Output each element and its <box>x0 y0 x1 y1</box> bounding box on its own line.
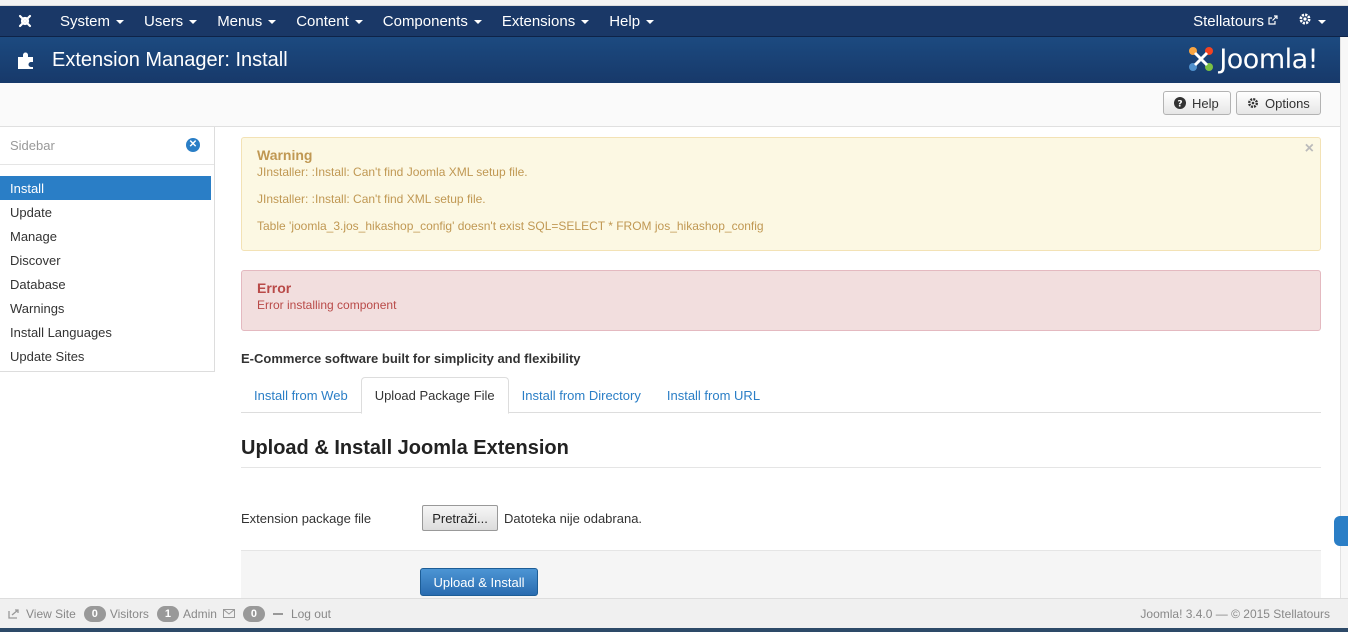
chevron-down-icon <box>354 20 363 24</box>
joomla-wordmark: Joomla! <box>1219 43 1318 75</box>
sidebar-item-update[interactable]: Update <box>0 200 214 224</box>
sidebar-title: Sidebar <box>10 138 55 153</box>
status-left: View Site 0 Visitors 1 Admin 0 Log out <box>0 605 331 622</box>
svg-text:?: ? <box>1177 99 1182 109</box>
sidebar-item-manage[interactable]: Manage <box>0 224 214 248</box>
gear-icon <box>1247 97 1259 109</box>
sidebar-item-warnings[interactable]: Warnings <box>0 296 214 320</box>
external-link-icon <box>1268 14 1278 28</box>
sidebar-item-update-sites[interactable]: Update Sites <box>0 344 214 368</box>
admin-count-badge: 1 <box>156 605 179 622</box>
section-title: Upload & Install Joomla Extension <box>241 437 569 459</box>
menu-help[interactable]: Help <box>599 6 664 37</box>
puzzle-icon <box>0 49 52 71</box>
menu-components-label: Components <box>382 12 468 30</box>
chevron-down-icon <box>581 20 590 24</box>
status-bar: View Site 0 Visitors 1 Admin 0 Log out J… <box>0 598 1348 628</box>
options-button-label: Options <box>1265 95 1310 111</box>
tab-install-from-web[interactable]: Install from Web <box>241 377 361 413</box>
sidebar: Sidebar ✕ Install Update Manage Discover… <box>0 127 215 372</box>
sidebar-item-install-languages[interactable]: Install Languages <box>0 320 214 344</box>
site-link[interactable]: Stellatours <box>1183 6 1288 37</box>
error-message: Error installing component <box>257 298 397 312</box>
sidebar-item-database[interactable]: Database <box>0 272 214 296</box>
file-status-text: Datoteka nije odabrana. <box>504 511 643 526</box>
tab-install-from-directory[interactable]: Install from Directory <box>509 377 654 413</box>
error-heading: Error <box>257 280 292 296</box>
envelope-icon[interactable] <box>222 609 235 618</box>
question-circle-icon: ? <box>1174 97 1186 109</box>
joomla-menu-icon[interactable] <box>0 6 50 37</box>
menu-system[interactable]: System <box>50 6 134 37</box>
chevron-down-icon <box>116 20 125 24</box>
external-link-icon <box>8 608 20 619</box>
chevron-down-icon <box>1318 20 1326 24</box>
sidebar-list: Install Update Manage Discover Database … <box>0 176 214 368</box>
chevron-down-icon <box>189 20 198 24</box>
sidebar-item-install[interactable]: Install <box>0 176 211 200</box>
package-file-label: Extension package file <box>241 511 372 526</box>
chevron-down-icon <box>473 20 482 24</box>
form-actions <box>241 550 1321 600</box>
joomla-logo: Joomla! <box>1186 41 1318 77</box>
close-icon[interactable]: ✕ <box>186 138 200 152</box>
menu-users[interactable]: Users <box>134 6 207 37</box>
menu-extensions[interactable]: Extensions <box>492 6 599 37</box>
page-header: Extension Manager: Install Joomla! <box>0 37 1348 83</box>
navbar-right: Stellatours <box>1183 6 1348 37</box>
browse-file-button[interactable]: Pretraži... <box>422 505 498 531</box>
upload-install-button[interactable]: Upload & Install <box>420 568 538 596</box>
toolbar: ? Help Options <box>0 83 1348 127</box>
menu-menus-label: Menus <box>217 12 263 30</box>
side-widget-tab[interactable] <box>1334 516 1348 546</box>
menu-extensions-label: Extensions <box>501 12 576 30</box>
options-button[interactable]: Options <box>1236 91 1321 115</box>
site-name: Stellatours <box>1193 12 1264 30</box>
warning-heading: Warning <box>257 147 313 163</box>
visitors-label: Visitors <box>109 606 149 621</box>
messages-count-badge: 0 <box>242 605 265 622</box>
close-icon[interactable]: × <box>1305 140 1314 158</box>
sidebar-header: Sidebar ✕ <box>0 127 214 165</box>
component-tagline: E-Commerce software built for simplicity… <box>241 351 581 366</box>
view-site-link[interactable]: View Site <box>26 607 76 621</box>
menu-content[interactable]: Content <box>286 6 373 37</box>
menu-content-label: Content <box>296 12 349 30</box>
menu-components[interactable]: Components <box>373 6 492 37</box>
page-title: Extension Manager: Install <box>52 48 288 71</box>
tab-upload-package-file[interactable]: Upload Package File <box>360 377 509 414</box>
help-button-label: Help <box>1192 95 1219 111</box>
error-alert: Error Error installing component <box>241 270 1321 331</box>
joomla-logo-icon <box>1189 47 1214 71</box>
warning-message: JInstaller: :Install: Can't find XML set… <box>257 192 486 206</box>
menu-help-label: Help <box>609 12 641 30</box>
logout-link[interactable]: Log out <box>291 607 331 621</box>
help-button[interactable]: ? Help <box>1163 91 1231 115</box>
chevron-down-icon <box>646 20 655 24</box>
install-tabs: Install from Web Upload Package File Ins… <box>241 377 1321 414</box>
user-menu[interactable] <box>1288 6 1348 37</box>
scrollbar[interactable] <box>1340 37 1348 598</box>
copyright-text: Joomla! 3.4.0 — © 2015 Stellatours <box>1140 606 1330 621</box>
os-taskbar-strip <box>0 628 1348 632</box>
admin-label: Admin <box>182 606 217 621</box>
warning-message: JInstaller: :Install: Can't find Joomla … <box>257 165 528 179</box>
menu-menus[interactable]: Menus <box>207 6 286 37</box>
admin-navbar: System Users Menus Content Components Ex… <box>0 6 1348 37</box>
minus-icon <box>272 612 283 615</box>
tab-install-from-url[interactable]: Install from URL <box>654 377 773 413</box>
section-divider <box>241 467 1321 468</box>
menu-system-label: System <box>60 12 111 30</box>
gear-icon <box>1298 12 1312 30</box>
warning-alert: × Warning JInstaller: :Install: Can't fi… <box>241 137 1321 251</box>
chevron-down-icon <box>268 20 277 24</box>
menu-users-label: Users <box>144 12 184 30</box>
sidebar-item-discover[interactable]: Discover <box>0 248 214 272</box>
warning-message: Table 'joomla_3.jos_hikashop_config' doe… <box>257 219 764 233</box>
visitors-count-badge: 0 <box>83 605 106 622</box>
